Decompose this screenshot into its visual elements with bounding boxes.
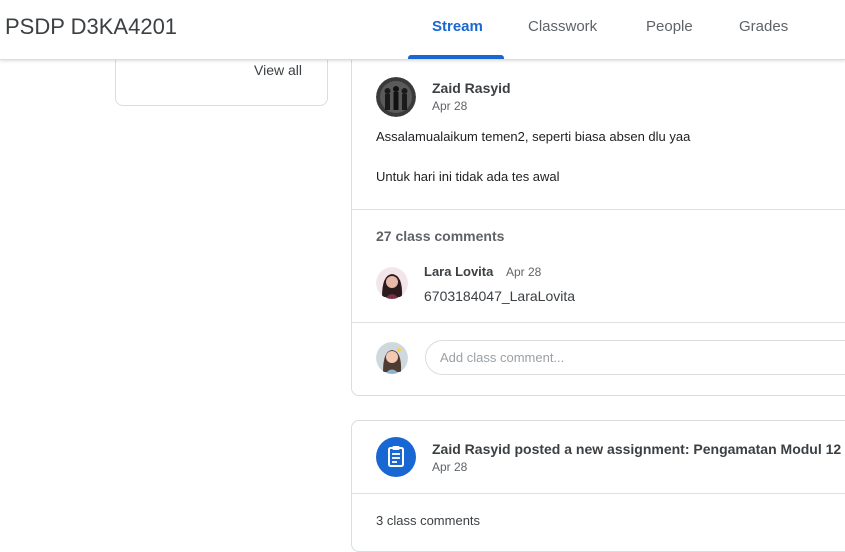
- tab-grades[interactable]: Grades: [739, 18, 788, 35]
- divider: [352, 493, 845, 494]
- class-title[interactable]: PSDP D3KA4201: [5, 14, 177, 40]
- post-body: Assalamualaikum temen2, seperti biasa ab…: [376, 127, 690, 187]
- comment-text: 6703184047_LaraLovita: [424, 288, 576, 304]
- assignment-title[interactable]: Zaid Rasyid posted a new assignment: Pen…: [432, 441, 841, 457]
- top-bar: PSDP D3KA4201 Stream Classwork People Gr…: [0, 0, 845, 60]
- class-comments-link[interactable]: 27 class comments: [376, 228, 504, 244]
- tab-stream[interactable]: Stream: [432, 18, 483, 35]
- tab-people[interactable]: People: [646, 18, 693, 35]
- assignment-card[interactable]: Zaid Rasyid posted a new assignment: Pen…: [351, 420, 845, 552]
- view-all-link[interactable]: View all: [254, 62, 302, 78]
- assignment-date: Apr 28: [432, 460, 468, 474]
- add-comment-input[interactable]: [425, 340, 845, 375]
- comment-date: Apr 28: [506, 265, 542, 279]
- tab-classwork[interactable]: Classwork: [528, 18, 597, 35]
- assignment-comments-link[interactable]: 3 class comments: [376, 513, 480, 528]
- commenter-avatar: [376, 267, 408, 299]
- post-body-line: Untuk hari ini tidak ada tes awal: [376, 169, 560, 184]
- comment-author[interactable]: Lara Lovita: [424, 264, 493, 279]
- post-body-line: Assalamualaikum temen2, seperti biasa ab…: [376, 129, 691, 144]
- teacher-avatar[interactable]: [376, 77, 416, 117]
- announcement-card: Zaid Rasyid Apr 28 Assalamualaikum temen…: [351, 40, 845, 396]
- post-date: Apr 28: [432, 99, 468, 113]
- divider: [352, 322, 845, 323]
- active-tab-indicator: [408, 55, 504, 59]
- assignment-icon: [376, 437, 416, 477]
- divider: [352, 209, 845, 210]
- post-author[interactable]: Zaid Rasyid: [432, 80, 511, 96]
- current-user-avatar: [376, 342, 408, 374]
